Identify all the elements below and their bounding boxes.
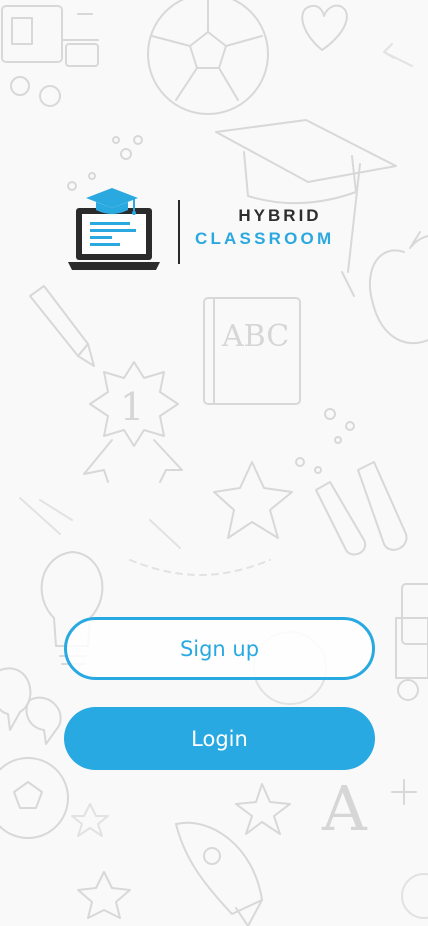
background-doodles: ABC 1 A <box>0 0 428 926</box>
book-doodle-icon: ABC <box>203 297 301 405</box>
letter-a-doodle-icon: A <box>321 772 417 845</box>
svg-text:A: A <box>321 772 368 845</box>
login-button[interactable]: Login <box>64 707 375 770</box>
test-tubes-doodle-icon <box>315 461 408 556</box>
soccer-ball-doodle-icon <box>147 0 269 115</box>
app-logo: HYBRID CLASSROOM <box>66 186 366 272</box>
train-right-doodle-icon <box>395 583 428 701</box>
star-doodle-icon <box>213 461 293 539</box>
svg-text:ABC: ABC <box>221 319 289 354</box>
login-button-label: Login <box>191 726 248 751</box>
sign-up-button[interactable]: Sign up <box>64 617 375 680</box>
heart-doodle-icon <box>301 4 348 51</box>
rocket-doodle-icon <box>175 821 263 926</box>
logo-title-classroom: CLASSROOM <box>195 229 335 248</box>
welcome-screen: ABC 1 A HYBRID CLASSROOM Sign up Login <box>0 0 428 926</box>
sign-up-button-label: Sign up <box>179 636 260 661</box>
svg-text:1: 1 <box>120 385 144 429</box>
logo-title-hybrid: HYBRID <box>238 206 322 225</box>
logo-divider <box>178 200 180 264</box>
train-doodle-icon <box>1 5 99 107</box>
pencil-doodle-icon <box>29 285 95 367</box>
soccer-ball-bottom-doodle-icon <box>0 757 69 839</box>
speech-bubble-doodle-icon <box>0 667 62 745</box>
star-bottom-doodle-icon <box>235 783 291 835</box>
laptop-graduation-cap-icon <box>68 188 160 270</box>
award-ribbon-doodle-icon: 1 <box>83 361 183 483</box>
apple-doodle-icon <box>368 231 428 345</box>
